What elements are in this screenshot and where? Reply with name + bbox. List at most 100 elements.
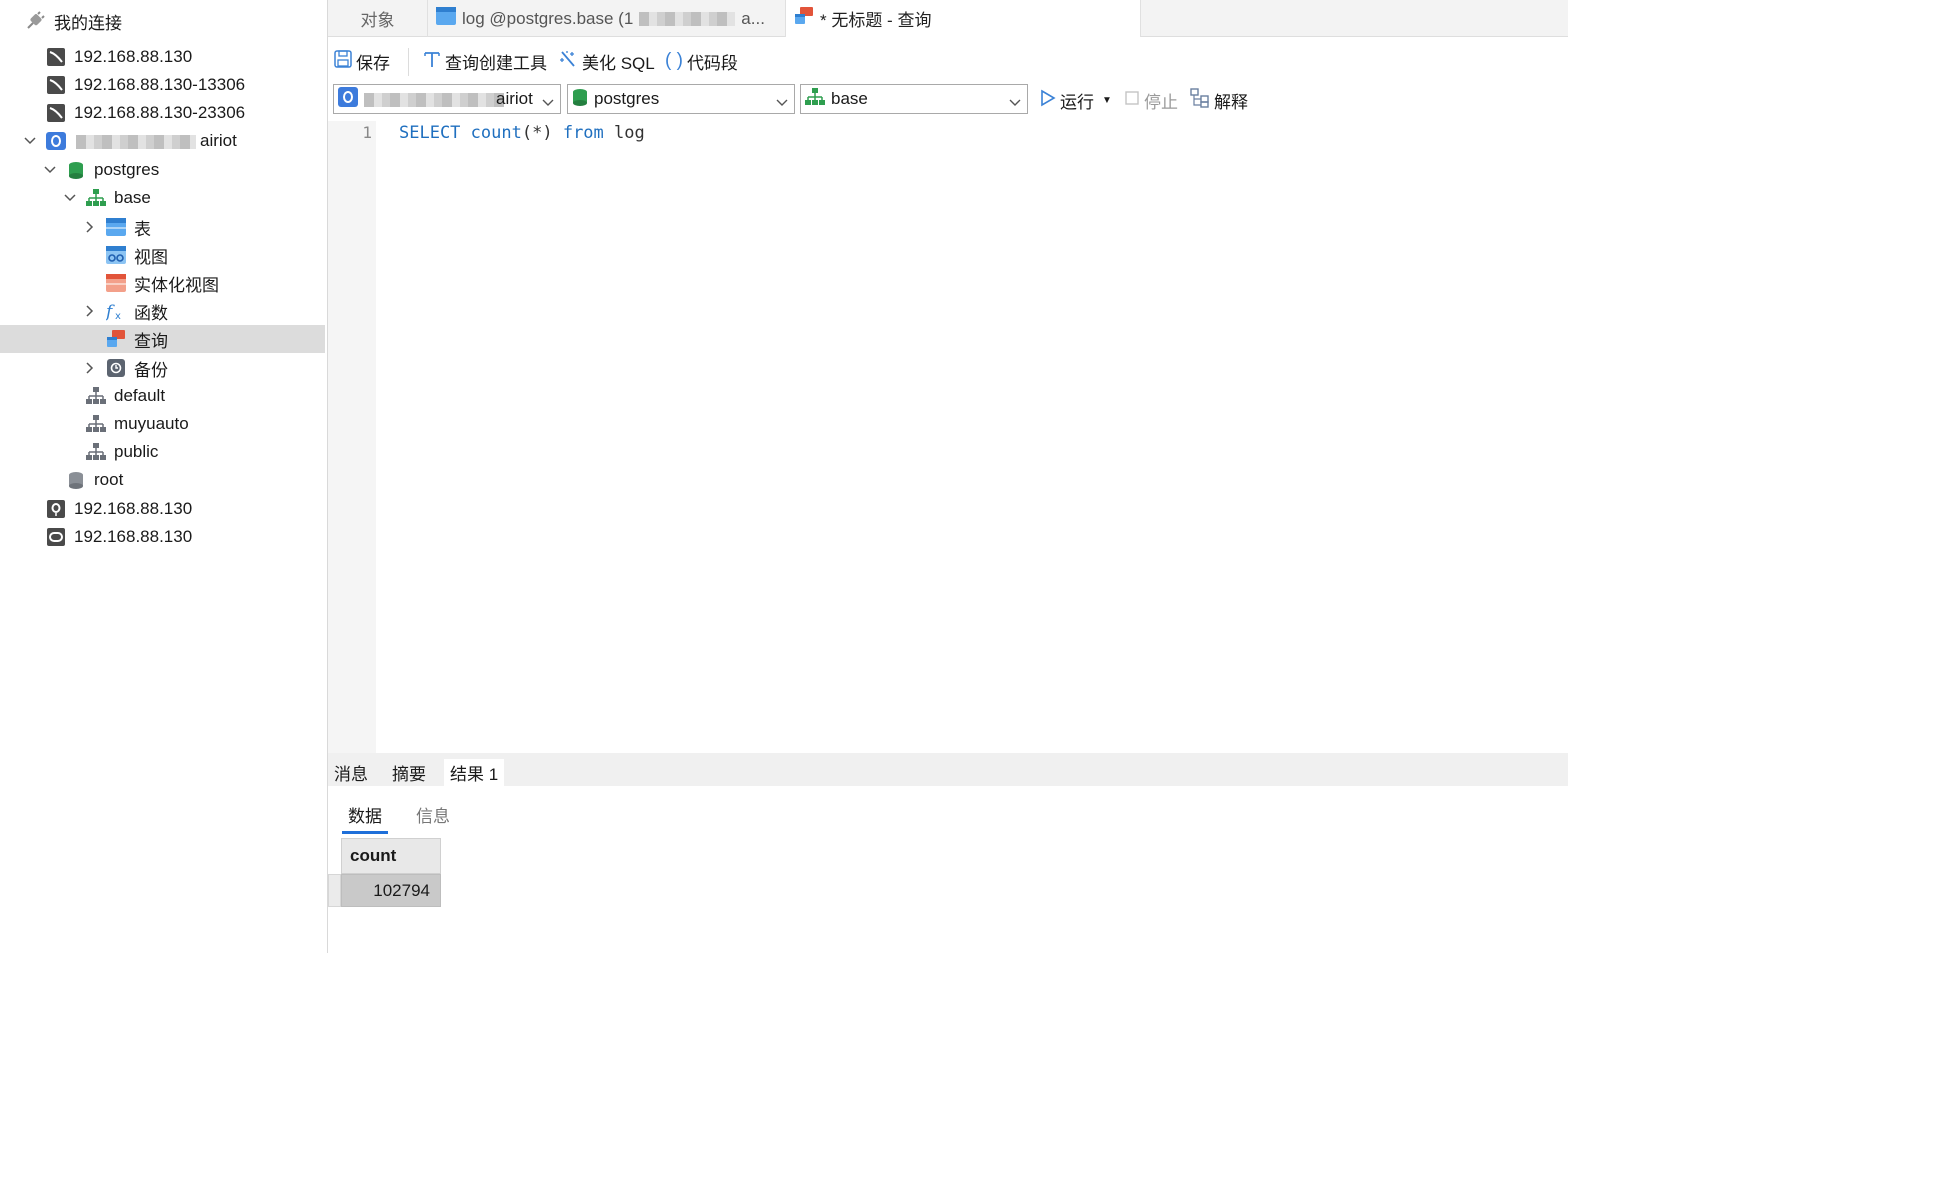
connection-sidebar: 我的连接 192.168.88.130 192.168.88.130-13306… [0, 0, 328, 953]
chevron-right-icon[interactable] [83, 361, 97, 375]
caret-down-icon[interactable]: ▼ [1102, 95, 1112, 106]
sql-args: (*) [521, 123, 553, 143]
toolbar-divider [408, 48, 409, 76]
tree-item-label: 表 [134, 219, 151, 239]
tab-untitled-query[interactable]: * 无标题 - 查询 [785, 0, 1141, 37]
tree-item-label: 视图 [134, 247, 168, 267]
save-button[interactable]: 保存 [334, 48, 390, 74]
materialized-view-icon [106, 273, 126, 293]
tree-item-conn-1[interactable]: 192.168.88.130 [0, 43, 325, 71]
chevron-down-icon[interactable] [23, 134, 37, 148]
beautify-sql-button[interactable]: 美化 SQL [558, 48, 655, 74]
tree-item-label: base [114, 188, 151, 207]
redis-connection-icon [46, 527, 66, 547]
tab-data[interactable]: 数据 [342, 802, 388, 834]
sql-keyword-select: SELECT [399, 123, 461, 143]
tab-log-label-tail: a... [741, 8, 765, 28]
tree-item-root-db[interactable]: root [0, 466, 325, 494]
query-builder-icon [423, 50, 441, 73]
tab-log-table[interactable]: log @postgres.base (1 a... [427, 0, 785, 37]
chevron-right-icon[interactable] [83, 304, 97, 318]
postgres-connection-icon [46, 131, 66, 151]
my-connections-header[interactable]: 我的连接 [24, 8, 122, 34]
sql-code-line[interactable]: SELECT count(*) from log [399, 123, 645, 143]
svg-text:f: f [106, 302, 115, 321]
sparkle-icon [558, 50, 578, 73]
sql-table-name: log [614, 123, 645, 143]
play-icon [1040, 89, 1056, 112]
database-icon [572, 88, 588, 111]
document-tab-bar: 对象 log @postgres.base (1 a... * 无标题 - 查询 [328, 0, 1568, 37]
tree-item-label: muyuauto [114, 414, 189, 433]
postgres-connection-icon [46, 499, 66, 519]
query-builder-button[interactable]: 查询创建工具 [423, 48, 547, 74]
tree-item-airiot-connection[interactable]: airiot [0, 127, 325, 155]
tree-item-backups[interactable]: 备份 [0, 354, 325, 382]
mysql-connection-icon [46, 47, 66, 67]
tab-summary[interactable]: 摘要 [386, 759, 432, 786]
tree-item-conn-3[interactable]: 192.168.88.130-23306 [0, 99, 325, 127]
tree-item-label: public [114, 442, 159, 461]
code-snippet-button[interactable]: ( ) 代码段 [665, 48, 738, 74]
chevron-right-icon[interactable] [83, 220, 97, 234]
tree-item-label: 查询 [134, 331, 168, 351]
grid-cell-count[interactable]: 102794 [341, 874, 441, 907]
line-number: 1 [362, 123, 372, 142]
stop-button[interactable]: 停止 [1124, 88, 1178, 113]
database-select[interactable]: postgres [567, 84, 795, 114]
tab-objects[interactable]: 对象 [328, 0, 427, 37]
masked-host [364, 89, 504, 109]
mysql-connection-icon [46, 103, 66, 123]
tree-item-postgres-db[interactable]: postgres [0, 156, 325, 184]
tree-item-functions[interactable]: fx 函数 [0, 297, 325, 325]
run-button[interactable]: 运行 ▼ [1040, 88, 1112, 113]
tab-messages[interactable]: 消息 [328, 759, 374, 786]
chevron-down-icon[interactable] [43, 163, 57, 177]
connection-select[interactable]: airiot [333, 84, 561, 114]
result-tab-bar: 消息 摘要 结果 1 [328, 753, 1568, 786]
tree-item-conn-pg[interactable]: 192.168.88.130 [0, 495, 325, 523]
tree-item-label: root [94, 470, 124, 489]
tree-item-conn-2[interactable]: 192.168.88.130-13306 [0, 71, 325, 99]
database-icon [66, 160, 86, 180]
tree-item-label: 实体化视图 [134, 275, 219, 295]
tree-item-materialized-views[interactable]: 实体化视图 [0, 269, 325, 297]
tab-info[interactable]: 信息 [416, 802, 450, 827]
svg-text:x: x [115, 311, 121, 321]
my-connections-label: 我的连接 [54, 13, 122, 33]
tree-item-views[interactable]: 视图 [0, 241, 325, 269]
tree-item-conn-other[interactable]: 192.168.88.130 [0, 523, 325, 551]
tree-item-default-schema[interactable]: default [0, 382, 325, 410]
tab-result-1-label: 结果 1 [450, 765, 499, 784]
tree-item-tables[interactable]: 表 [0, 213, 325, 241]
tab-info-label: 信息 [416, 807, 450, 826]
sql-function-count: count [470, 123, 522, 143]
chevron-down-icon [542, 92, 554, 112]
schema-icon [86, 386, 106, 406]
tree-item-public-schema[interactable]: public [0, 438, 325, 466]
explain-button[interactable]: 解释 [1190, 88, 1248, 113]
row-indicator[interactable] [328, 874, 341, 907]
masked-host [639, 9, 736, 29]
stop-label: 停止 [1144, 93, 1178, 112]
parentheses-icon: ( ) [665, 50, 683, 71]
tab-result-1[interactable]: 结果 1 [444, 759, 505, 786]
tab-data-label: 数据 [348, 807, 382, 826]
chevron-down-icon [776, 92, 788, 112]
tree-item-label: 192.168.88.130 [74, 499, 193, 518]
chevron-down-icon[interactable] [63, 191, 77, 205]
schema-icon [86, 188, 106, 208]
tree-item-queries[interactable]: 查询 [0, 325, 325, 353]
column-header-count[interactable]: count [341, 838, 441, 874]
tree-item-label: postgres [94, 160, 160, 179]
tree-item-base-schema[interactable]: base [0, 184, 325, 212]
sql-editor[interactable]: 1 SELECT count(*) from log [328, 121, 1568, 753]
tree-item-muyuauto-schema[interactable]: muyuauto [0, 410, 325, 438]
tree-item-label: 备份 [134, 360, 168, 380]
chevron-down-icon [1009, 92, 1021, 112]
database-icon [66, 470, 86, 490]
tab-objects-label: 对象 [360, 11, 395, 30]
schema-select[interactable]: base [800, 84, 1028, 114]
tree-item-label: 192.168.88.130 [74, 47, 193, 66]
active-tab-underline [342, 831, 388, 834]
